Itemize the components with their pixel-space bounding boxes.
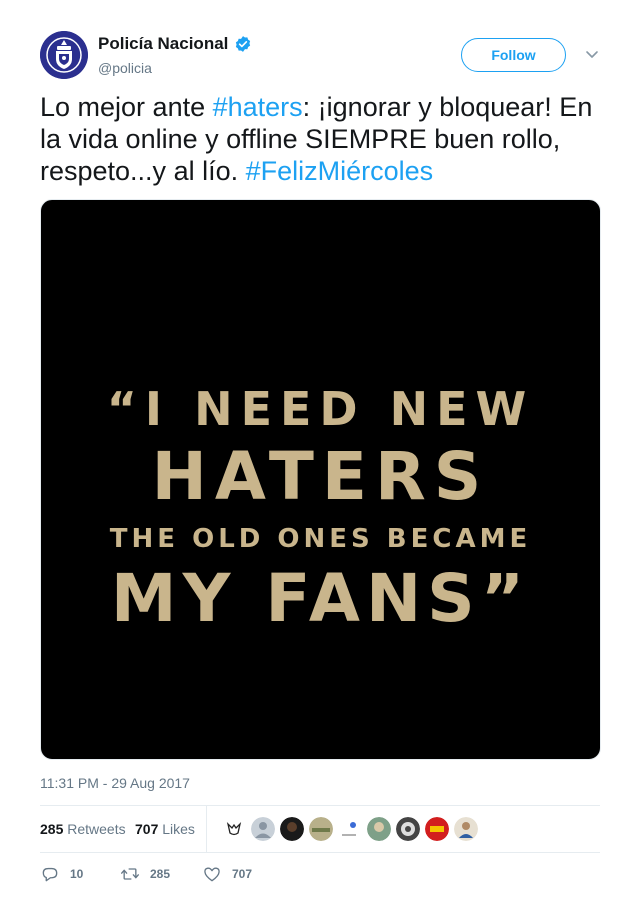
reply-count: 10 bbox=[70, 867, 84, 881]
likes-count: 707 bbox=[135, 821, 159, 837]
liker-avatar[interactable] bbox=[251, 817, 275, 841]
chevron-down-icon[interactable] bbox=[585, 47, 599, 61]
heart-icon bbox=[204, 867, 220, 882]
police-badge-icon bbox=[40, 31, 88, 79]
quote-line: “I NEED NEW bbox=[106, 382, 535, 436]
reply-icon bbox=[42, 867, 58, 882]
liker-avatar[interactable] bbox=[309, 817, 333, 841]
quote-line: MY FANS” bbox=[110, 560, 531, 637]
tweet-media-image[interactable]: “I NEED NEW HATERS THE OLD ONES BECAME M… bbox=[40, 199, 601, 760]
quote-line: HATERS bbox=[151, 438, 490, 515]
retweet-count: 285 bbox=[150, 867, 171, 881]
tweet-header: Policía Nacional @policia Follow bbox=[40, 31, 600, 81]
retweets-label: Retweets bbox=[67, 821, 126, 837]
author-name-row[interactable]: Policía Nacional bbox=[98, 34, 252, 54]
reply-button[interactable]: 10 bbox=[40, 864, 83, 884]
liker-avatar[interactable] bbox=[396, 817, 420, 841]
tweet-text-segment: Lo mejor ante bbox=[40, 92, 213, 122]
likes-label: Likes bbox=[162, 821, 195, 837]
retweet-button[interactable]: 285 bbox=[120, 864, 170, 884]
retweets-stat[interactable]: 285 Retweets bbox=[40, 821, 126, 837]
hashtag-link[interactable]: #haters bbox=[213, 92, 303, 122]
liker-avatar[interactable] bbox=[454, 817, 478, 841]
retweets-count: 285 bbox=[40, 821, 64, 837]
avatar[interactable] bbox=[40, 31, 88, 79]
verified-badge-icon bbox=[236, 36, 251, 52]
liker-avatar[interactable] bbox=[367, 817, 391, 841]
liker-avatar[interactable] bbox=[338, 817, 362, 841]
quote-line: THE OLD ONES BECAME bbox=[109, 524, 532, 554]
tweet-actions: 10 285 707 bbox=[40, 864, 600, 886]
likers-avatars bbox=[222, 817, 478, 841]
like-button[interactable]: 707 bbox=[202, 864, 252, 884]
tweet-stats: 285 Retweets 707 Likes bbox=[40, 805, 600, 853]
tweet-timestamp[interactable]: 11:31 PM - 29 Aug 2017 bbox=[40, 775, 190, 791]
author-handle[interactable]: @policia bbox=[98, 60, 152, 76]
follow-button[interactable]: Follow bbox=[461, 38, 566, 72]
author-display-name[interactable]: Policía Nacional bbox=[98, 34, 228, 54]
tweet-text: Lo mejor ante #haters: ¡ignorar y bloque… bbox=[40, 91, 600, 187]
stats-divider bbox=[206, 806, 207, 852]
liker-avatar[interactable] bbox=[425, 817, 449, 841]
hashtag-link[interactable]: #FelizMiércoles bbox=[246, 156, 434, 186]
like-count: 707 bbox=[232, 867, 253, 881]
liker-avatar[interactable] bbox=[222, 817, 246, 841]
liker-avatar[interactable] bbox=[280, 817, 304, 841]
likes-stat[interactable]: 707 Likes bbox=[135, 821, 195, 837]
retweet-icon bbox=[121, 868, 139, 880]
